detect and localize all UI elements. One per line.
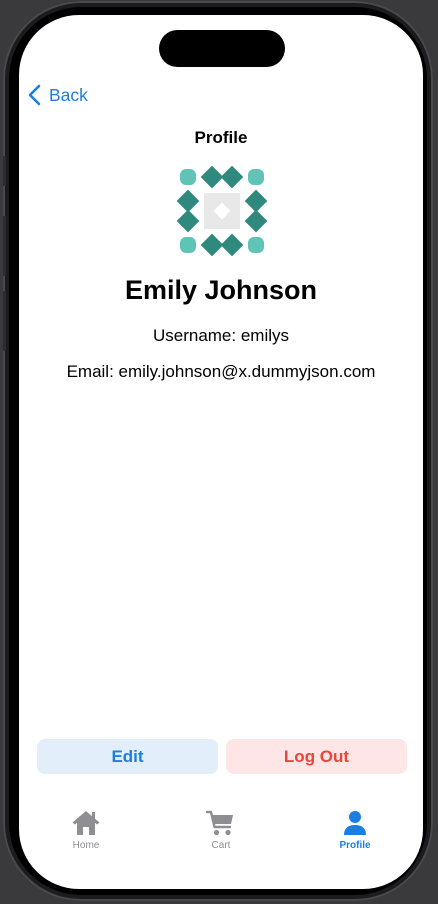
page-title: Profile	[194, 128, 248, 147]
volume-down-button	[3, 291, 6, 351]
person-icon	[340, 809, 370, 837]
profile-email: Email: emily.johnson@x.dummyjson.com	[66, 362, 376, 381]
profile-name: Emily Johnson	[124, 275, 318, 305]
tab-bar: Home Cart Profile	[19, 809, 423, 859]
tab-home[interactable]: Home	[46, 809, 126, 859]
tab-cart[interactable]: Cart	[181, 809, 261, 859]
device-frame: Back Profile Emily Johnson Username: emi…	[3, 1, 433, 901]
action-button	[3, 156, 6, 186]
tab-home-label: Home	[72, 840, 100, 851]
cart-icon	[206, 809, 236, 837]
back-button[interactable]: Back	[28, 82, 88, 108]
tab-cart-label: Cart	[211, 840, 231, 851]
chevron-left-icon	[28, 84, 41, 106]
volume-up-button	[3, 216, 6, 276]
profile-username: Username: emilys	[152, 326, 290, 345]
logout-button[interactable]: Log Out	[226, 739, 407, 774]
screen: Back Profile Emily Johnson Username: emi…	[19, 15, 423, 889]
avatar	[176, 165, 268, 257]
house-icon	[71, 809, 101, 837]
back-label: Back	[49, 84, 88, 105]
dynamic-island	[159, 30, 285, 67]
edit-button[interactable]: Edit	[37, 739, 218, 774]
tab-profile[interactable]: Profile	[315, 809, 395, 859]
tab-profile-label: Profile	[339, 840, 371, 851]
